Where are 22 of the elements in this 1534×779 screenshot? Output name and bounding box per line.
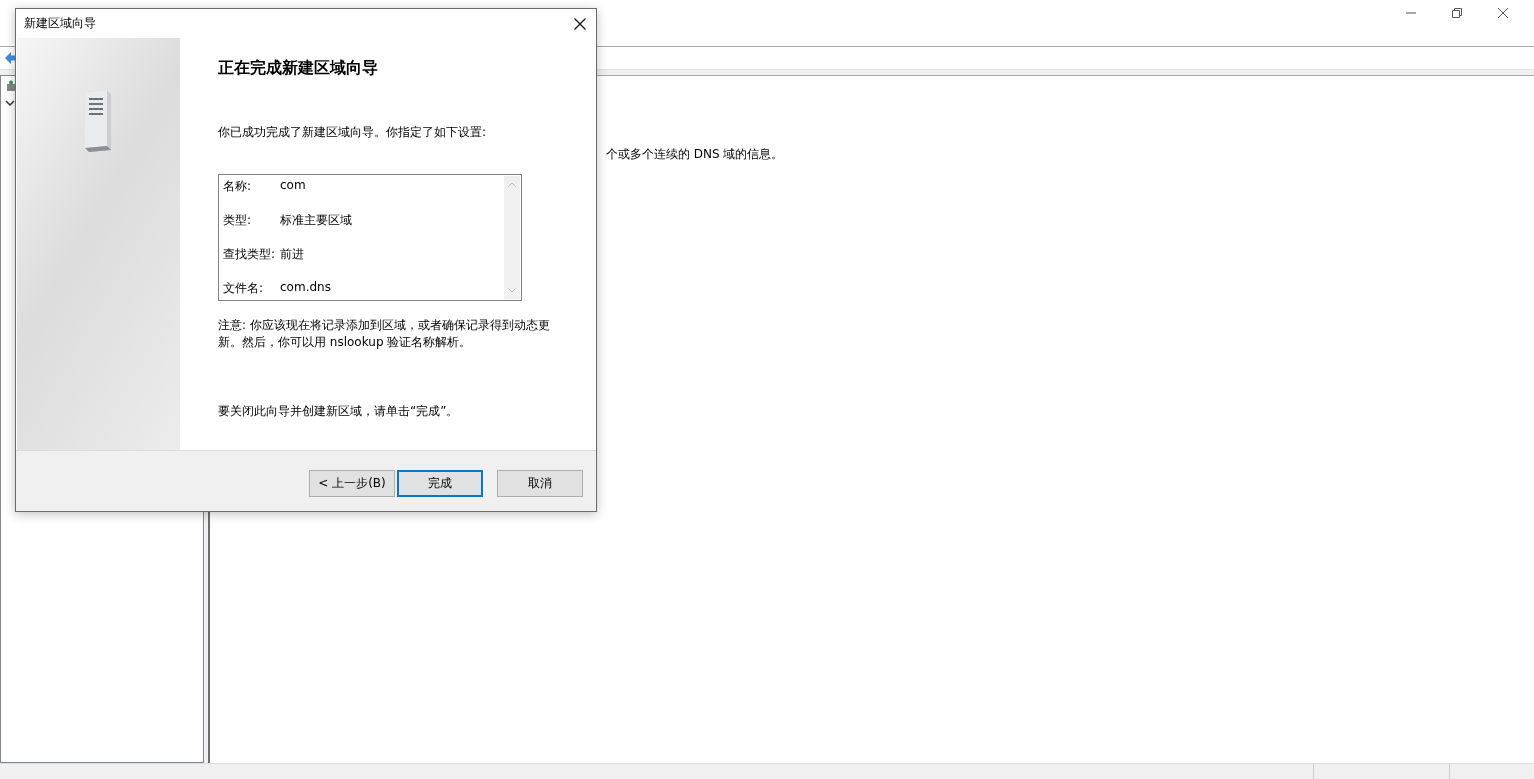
note-text: 注意: 你应该现在将记录添加到区域，或者确保记录得到动态更新。然后，你可以用 nslookup 验证名称解析。: [218, 317, 551, 351]
chevron-icon[interactable]: [5, 98, 15, 108]
setting-value: 前进: [280, 246, 304, 263]
close-icon[interactable]: [1498, 8, 1508, 18]
setting-label: 文件名:: [223, 280, 265, 297]
dialog-button[interactable]: < 上一步(B): [309, 469, 395, 497]
setting-value: 标准主要区域: [280, 212, 352, 229]
dialog-button[interactable]: 取消: [497, 469, 583, 497]
closing-text: 要关闭此向导并创建新区域，请单击“完成”。: [218, 403, 460, 420]
setting-label: 名称:: [223, 178, 253, 195]
server-icon[interactable]: [5, 80, 17, 92]
setting-value: com.dns: [280, 280, 331, 296]
intro-text: 你已成功完成了新建区域向导。你指定了如下设置:: [218, 124, 488, 141]
description-text: 个或多个连续的 DNS 域的信息。: [606, 147, 784, 161]
close-icon[interactable]: [574, 17, 586, 30]
setting-value: com: [280, 178, 306, 194]
setting-label: 查找类型:: [223, 246, 277, 263]
dialog-button[interactable]: 完成: [397, 469, 483, 497]
setting-label: 类型:: [223, 212, 253, 229]
dialog-title: 新建区域向导: [24, 15, 96, 32]
restore-icon[interactable]: [1452, 8, 1462, 18]
wizard-heading: 正在完成新建区域向导: [218, 58, 379, 79]
